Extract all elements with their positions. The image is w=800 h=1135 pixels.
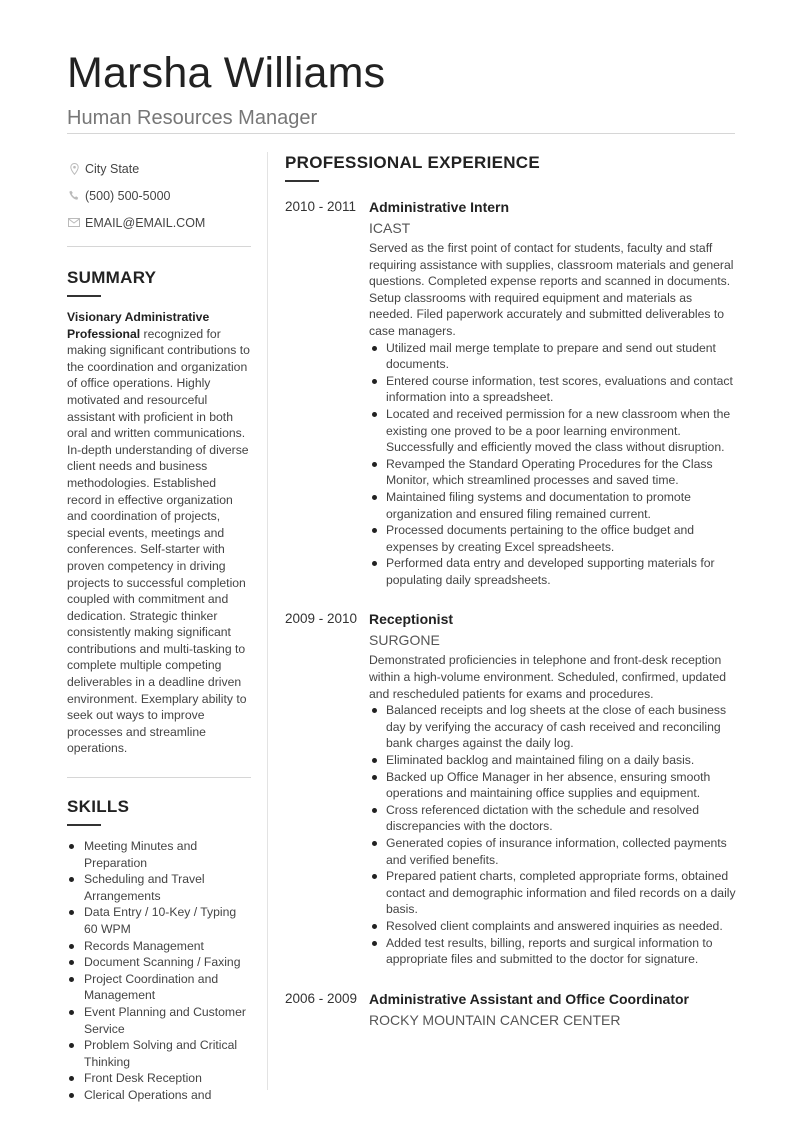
column-divider	[267, 152, 268, 1090]
job-bullet: Processed documents pertaining to the of…	[369, 522, 739, 555]
summary-body: recognized for making significant contri…	[67, 326, 250, 756]
job-bullet: Eliminated backlog and maintained filing…	[369, 752, 739, 769]
job-bullet: Entered course information, test scores,…	[369, 373, 739, 406]
phone-icon	[67, 190, 81, 201]
job-entry: 2010 - 2011 Administrative Intern ICAST …	[285, 198, 740, 588]
contact-location: City State	[67, 155, 251, 182]
location-text: City State	[85, 161, 140, 176]
skill-item: Event Planning and Customer Service	[67, 1004, 251, 1037]
skill-item: Data Entry / 10-Key / Typing 60 WPM	[67, 904, 251, 937]
skill-item: Front Desk Reception	[67, 1070, 251, 1087]
job-bullet: Added test results, billing, reports and…	[369, 935, 739, 968]
job-bullets: Balanced receipts and log sheets at the …	[369, 702, 739, 968]
summary-section: SUMMARY Visionary Administrative Profess…	[67, 267, 251, 757]
job-bullet: Balanced receipts and log sheets at the …	[369, 702, 739, 752]
job-bullet: Prepared patient charts, completed appro…	[369, 868, 739, 918]
email-text[interactable]: EMAIL@EMAIL.COM	[85, 216, 205, 230]
job-company: ICAST	[369, 220, 411, 236]
job-bullet: Maintained filing systems and documentat…	[369, 489, 739, 522]
header-divider	[67, 133, 735, 134]
skills-heading-underline	[67, 824, 101, 827]
skill-item: Problem Solving and Critical Thinking	[67, 1037, 251, 1070]
job-entry: 2009 - 2010 Receptionist SURGONE Demonst…	[285, 610, 740, 967]
sidebar: City State (500) 500-5000 EMAIL@EMAIL.CO…	[67, 155, 251, 1104]
candidate-name: Marsha Williams	[67, 49, 386, 97]
experience-heading: PROFESSIONAL EXPERIENCE	[285, 153, 541, 172]
job-dates: 2006 - 2009	[285, 990, 358, 1006]
job-entry: 2006 - 2009 Administrative Assistant and…	[285, 990, 740, 1030]
job-bullet: Backed up Office Manager in her absence,…	[369, 769, 739, 802]
job-dates: 2010 - 2011	[285, 199, 357, 214]
contact-email: EMAIL@EMAIL.COM	[67, 209, 251, 236]
skill-item: Scheduling and Travel Arrangements	[67, 871, 251, 904]
job-title: Administrative Assistant and Office Coor…	[369, 990, 689, 1007]
experience-heading-underline	[285, 180, 319, 182]
job-bullet: Revamped the Standard Operating Procedur…	[369, 456, 739, 489]
experience-section: PROFESSIONAL EXPERIENCE 2010 - 2011 Admi…	[285, 152, 740, 1030]
job-description: Served as the first point of contact for…	[369, 241, 734, 338]
job-title: Receptionist	[369, 611, 454, 628]
skill-item: Project Coordination and Management	[67, 971, 251, 1004]
map-pin-icon	[67, 162, 81, 175]
skills-heading: SKILLS	[67, 797, 130, 817]
job-bullet: Generated copies of insurance informatio…	[369, 835, 739, 868]
skill-item: Document Scanning / Faxing	[67, 954, 251, 971]
summary-heading: SUMMARY	[67, 268, 157, 287]
summary-divider	[67, 777, 251, 779]
candidate-title: Human Resources Manager	[67, 107, 318, 129]
contact-divider	[67, 246, 251, 247]
contact-phone: (500) 500-5000	[67, 182, 251, 209]
summary-text: Visionary Administrative Professional re…	[67, 309, 251, 757]
job-description: Demonstrated proficiencies in telephone …	[369, 653, 727, 701]
skill-item: Meeting Minutes and Preparation	[67, 838, 251, 871]
job-bullet: Located and received permission for a ne…	[369, 406, 739, 456]
job-bullet: Performed data entry and developed suppo…	[369, 555, 739, 588]
skills-section: SKILLS Meeting Minutes and Preparation S…	[67, 796, 251, 1104]
job-bullet: Cross referenced dictation with the sche…	[369, 802, 739, 835]
job-bullets: Utilized mail merge template to prepare …	[369, 340, 739, 589]
job-bullet: Utilized mail merge template to prepare …	[369, 340, 739, 373]
job-bullet: Resolved client complaints and answered …	[369, 918, 739, 935]
skills-list: Meeting Minutes and Preparation Scheduli…	[67, 838, 251, 1104]
job-company: ROCKY MOUNTAIN CANCER CENTER	[369, 1011, 621, 1028]
job-company: SURGONE	[369, 632, 440, 649]
skill-item: Clerical Operations and	[67, 1087, 251, 1104]
phone-text[interactable]: (500) 500-5000	[85, 189, 170, 203]
envelope-icon	[67, 218, 81, 227]
summary-heading-underline	[67, 295, 101, 297]
resume-header: Marsha Williams Human Resources Manager	[67, 48, 735, 130]
skill-item: Records Management	[67, 938, 251, 955]
job-title: Administrative Intern	[369, 199, 510, 215]
job-dates: 2009 - 2010	[285, 611, 358, 627]
